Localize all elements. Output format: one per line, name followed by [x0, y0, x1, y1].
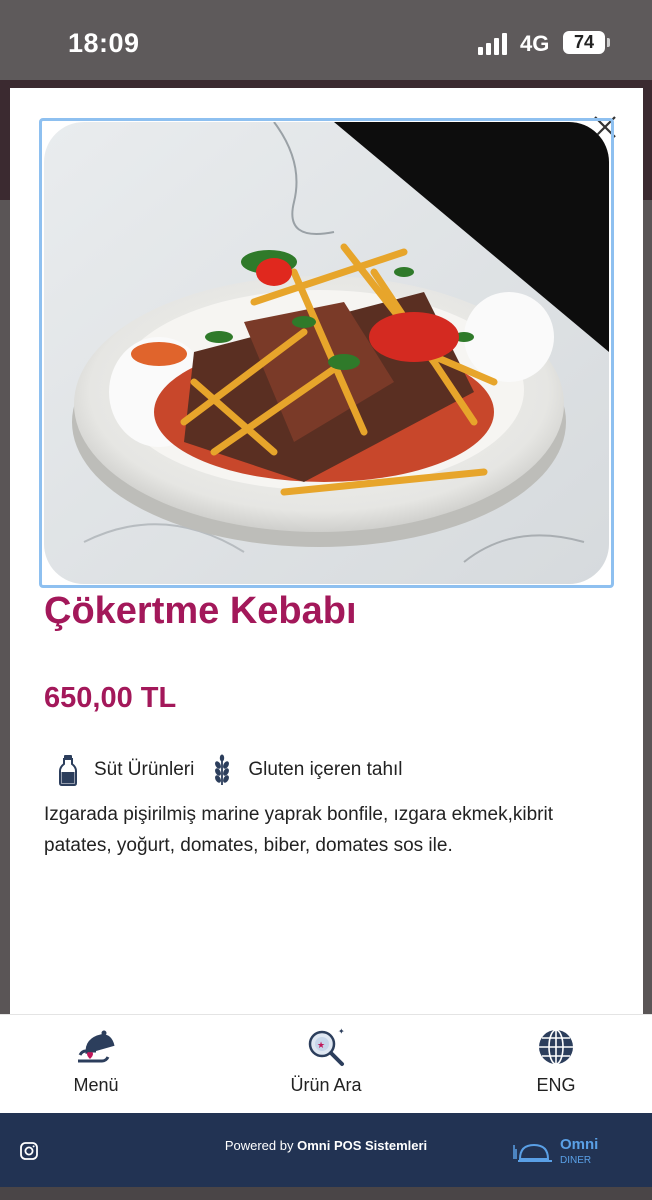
product-description: Izgarada pişirilmiş marine yaprak bonfil…: [44, 804, 553, 856]
nav-menu[interactable]: Menü: [26, 1025, 166, 1096]
diner-logo-text: DINER: [560, 1155, 591, 1166]
globe-icon: [539, 1029, 573, 1065]
allergen-item: Gluten içeren tahıl: [212, 754, 403, 786]
nav-search[interactable]: ★ ✦ Ürün Ara: [256, 1025, 396, 1096]
search-icon: ★ ✦: [308, 1027, 345, 1066]
allergen-label: Süt Ürünleri: [94, 759, 195, 780]
omni-diner-logo: Omni DINER: [513, 1136, 598, 1166]
food-cloche-icon: [78, 1030, 115, 1063]
bottom-nav: Menü ★ ✦ Ürün Ara ENG: [0, 1014, 652, 1114]
status-bar: 18:09 4G 74: [0, 0, 652, 80]
product-title: Çökertme Kebabı: [44, 590, 357, 632]
nav-menu-label: Menü: [73, 1075, 119, 1095]
powered-prefix: Powered by: [224, 1138, 294, 1153]
nav-language-label: ENG: [536, 1075, 576, 1095]
backdrop-bottom: [0, 1185, 652, 1200]
product-price: 650,00 TL: [44, 682, 177, 714]
allergen-item: Süt Ürünleri: [58, 754, 194, 786]
wheat-icon: [215, 754, 230, 785]
network-label: 4G: [520, 31, 550, 56]
nav-search-label: Ürün Ara: [290, 1075, 362, 1095]
signal-icon: [478, 33, 507, 55]
omni-logo-text: Omni: [560, 1136, 598, 1153]
footer: Powered by Omni POS Sistemleri Omni DINE…: [0, 1113, 652, 1187]
allergen-list: Süt Ürünleri Gluten içeren tahıl: [58, 754, 421, 786]
milk-bottle-icon: [59, 755, 77, 786]
nav-language[interactable]: ENG: [486, 1025, 626, 1096]
battery-icon: 74: [563, 31, 610, 54]
powered-brand[interactable]: Omni POS Sistemleri: [297, 1138, 427, 1153]
svg-text:✦: ✦: [338, 1027, 345, 1036]
svg-text:★: ★: [317, 1040, 325, 1050]
product-image: [44, 122, 609, 584]
status-time: 18:09: [68, 28, 140, 58]
allergen-label: Gluten içeren tahıl: [248, 759, 403, 780]
